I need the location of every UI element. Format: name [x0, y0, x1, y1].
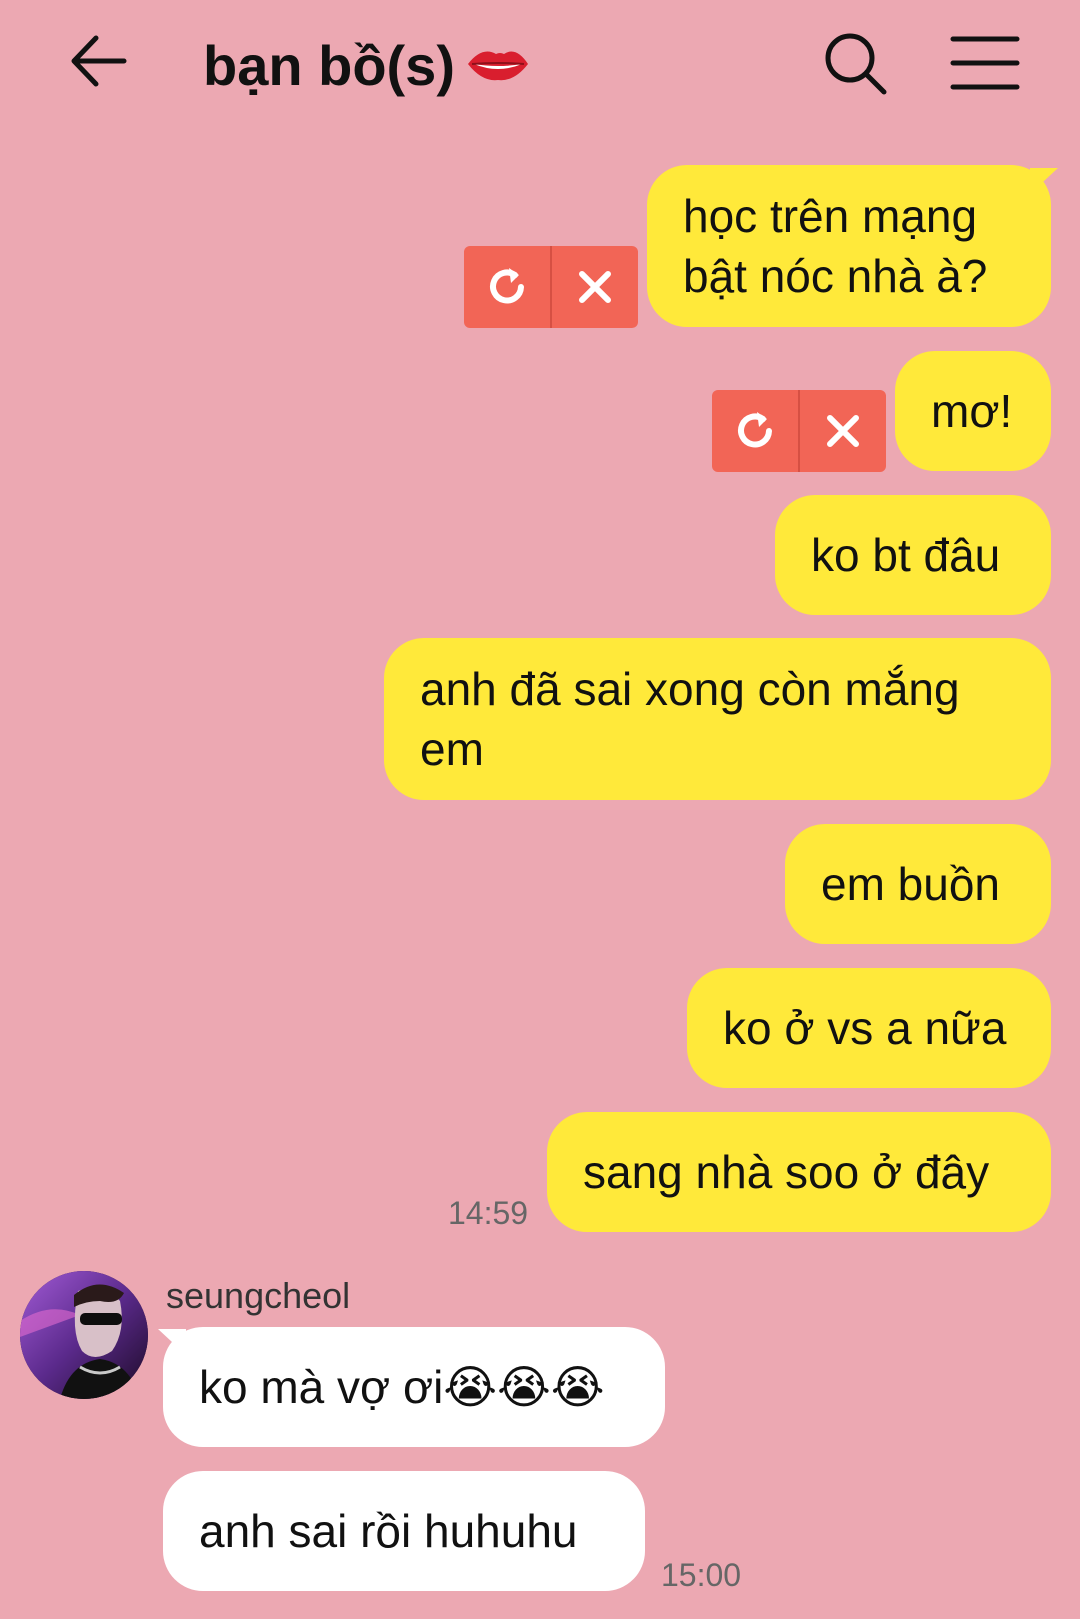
back-button[interactable] [66, 28, 132, 94]
outgoing-message[interactable]: ko ở vs a nữa [687, 968, 1051, 1088]
avatar-photo [20, 1271, 148, 1399]
message-timestamp: 15:00 [661, 1557, 742, 1593]
failed-message-controls [464, 246, 638, 328]
incoming-message[interactable]: ko mà vợ ơi😭😭😭 [163, 1327, 665, 1447]
menu-button[interactable] [950, 34, 1020, 92]
hamburger-menu-icon [950, 36, 1020, 90]
chat-title: bạn bồ(s) [203, 34, 455, 97]
bubble-tail [1030, 168, 1058, 194]
resend-button[interactable] [464, 246, 550, 328]
outgoing-message[interactable]: anh đã sai xong còn mắng em [384, 638, 1051, 800]
lips-icon [468, 51, 528, 81]
chat-header: bạn bồ(s) [0, 0, 1080, 130]
delete-button[interactable] [552, 246, 638, 328]
search-icon [825, 33, 887, 95]
message-timestamp: 14:59 [448, 1195, 529, 1231]
retry-icon [738, 412, 772, 448]
outgoing-message[interactable]: ko bt đâu [775, 495, 1051, 615]
search-button[interactable] [822, 30, 888, 96]
avatar[interactable] [20, 1271, 148, 1399]
close-icon [827, 415, 859, 447]
outgoing-message[interactable]: mơ! [895, 351, 1051, 471]
close-icon [579, 271, 611, 303]
resend-button[interactable] [712, 390, 798, 472]
outgoing-message[interactable]: học trên mạng bật nóc nhà à? [647, 165, 1051, 327]
outgoing-message[interactable]: sang nhà soo ở đây [547, 1112, 1051, 1232]
failed-message-controls [712, 390, 886, 472]
bubble-tail [158, 1329, 186, 1355]
arrow-left-icon [71, 35, 127, 87]
sender-name: seungcheol [166, 1275, 351, 1316]
retry-icon [490, 268, 524, 304]
outgoing-message[interactable]: em buồn [785, 824, 1051, 944]
delete-button[interactable] [800, 390, 886, 472]
incoming-message[interactable]: anh sai rồi huhuhu [163, 1471, 645, 1591]
